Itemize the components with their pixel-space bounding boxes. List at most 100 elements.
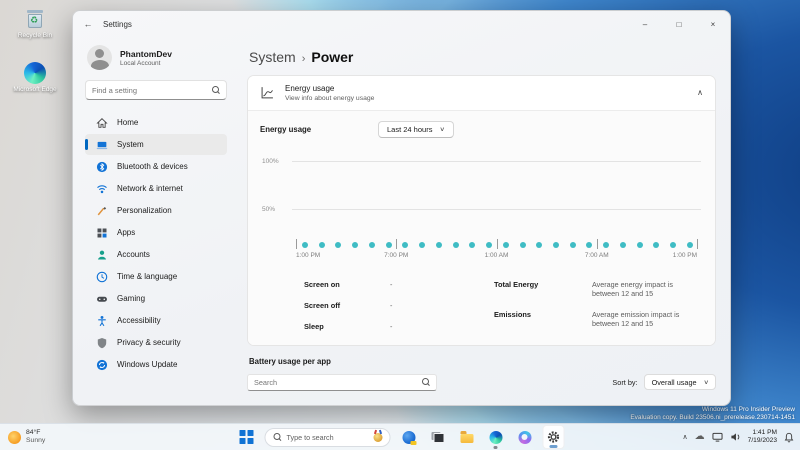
summary-value: - — [390, 300, 393, 310]
battery-app-search-box[interactable] — [247, 373, 437, 391]
avatar — [87, 45, 112, 70]
desktop-icon-area: ♻ Recycle Bin Microsoft Edge — [6, 8, 64, 93]
start-button[interactable] — [236, 425, 258, 449]
chart-dot — [603, 241, 610, 248]
bluetooth-icon — [95, 160, 108, 173]
summary-label: Screen on — [304, 279, 340, 289]
sidebar-item-accessibility[interactable]: Accessibility — [85, 310, 227, 331]
chart-dot — [486, 241, 493, 248]
chart-dot — [368, 241, 375, 248]
x-axis-tick — [296, 238, 297, 249]
weather-condition: Sunny — [26, 437, 46, 444]
summary-label: Total Energy — [494, 279, 539, 289]
taskbar-clock[interactable]: 1:41 PM 7/19/2023 — [748, 429, 777, 445]
summary-row-sleep: Sleep - — [304, 322, 494, 331]
time-range-value: Last 24 hours — [387, 124, 433, 134]
sidebar-item-home[interactable]: Home — [85, 112, 227, 133]
chart-dot — [670, 241, 677, 248]
desktop-icon-recycle-bin[interactable]: ♻ Recycle Bin — [6, 8, 64, 40]
sidebar-item-privacy-and-security[interactable]: Privacy & security — [85, 332, 227, 353]
chart-dot — [686, 241, 693, 248]
energy-usage-expander[interactable]: Energy usage View info about energy usag… — [248, 76, 715, 110]
copilot-icon — [518, 430, 531, 444]
file-explorer-button[interactable] — [456, 425, 478, 449]
battery-usage-section: Battery usage per app Sort by: Overall u… — [247, 357, 716, 391]
settings-taskbar-button[interactable] — [542, 425, 565, 449]
breadcrumb-system[interactable]: System — [249, 49, 296, 65]
sidebar-item-time-and-language[interactable]: Time & language — [85, 266, 227, 287]
sidebar-item-windows-update[interactable]: Windows Update — [85, 354, 227, 375]
find-a-setting-box[interactable] — [85, 80, 227, 100]
copilot-preview-button[interactable] — [398, 425, 420, 449]
onedrive-cloud-icon[interactable]: ☁ — [695, 432, 705, 442]
chart-dot — [385, 241, 392, 248]
network-icon[interactable] — [712, 432, 723, 442]
task-view-icon — [431, 431, 444, 443]
chevron-up-icon[interactable]: ∧ — [697, 88, 703, 97]
y-axis-label-100: 100% — [262, 157, 279, 165]
chart-dot — [502, 241, 509, 248]
energy-usage-body: Energy usage Last 24 hours ∨ 100% 50% 1:… — [248, 110, 715, 345]
hidden-icons-chevron-icon[interactable]: ∧ — [683, 433, 688, 441]
maximize-button[interactable]: □ — [662, 11, 696, 37]
apps-icon — [95, 226, 108, 239]
search-icon — [273, 433, 282, 442]
copilot-button[interactable] — [514, 425, 536, 449]
summary-value: Average emission impact is between 12 an… — [592, 309, 680, 328]
window-title: Settings — [103, 19, 132, 29]
summary-value: Average energy impact is between 12 and … — [592, 279, 673, 298]
sidebar-item-bluetooth-and-devices[interactable]: Bluetooth & devices — [85, 156, 227, 177]
sidebar-item-system[interactable]: System — [85, 134, 227, 155]
weather-temp: 84°F — [26, 429, 41, 436]
sidebar-item-network-and-internet[interactable]: Network & internet — [85, 178, 227, 199]
summary-row-screen-on: Screen on - — [304, 280, 494, 289]
sort-by-dropdown[interactable]: Overall usage ∨ — [643, 374, 716, 390]
chart-dot — [619, 241, 626, 248]
sidebar-item-apps[interactable]: Apps — [85, 222, 227, 243]
sun-icon — [8, 430, 21, 444]
taskbar-search-input[interactable] — [286, 432, 369, 442]
system-icon — [95, 138, 108, 151]
user-account[interactable]: PhantomDev Local Account — [85, 41, 227, 80]
watermark-line1: Windows 11 Pro Insider Preview — [701, 406, 795, 413]
minimize-button[interactable]: – — [628, 11, 662, 37]
task-view-button[interactable] — [427, 425, 449, 449]
edge-button[interactable] — [485, 425, 507, 449]
chart-dot — [519, 241, 526, 248]
energy-usage-chart: 100% 50% 1:00 PM 7:00 PM 1:00 AM 7:00 AM 1:0… — [262, 152, 701, 264]
running-indicator — [493, 446, 498, 449]
y-axis-label-50: 50% — [262, 205, 276, 213]
chart-dot — [452, 241, 459, 248]
sort-by-label: Sort by: — [612, 377, 638, 387]
find-a-setting-input[interactable] — [92, 85, 211, 95]
bing-daily-medal-icon — [373, 432, 383, 442]
sidebar-item-personalization[interactable]: Personalization — [85, 200, 227, 221]
breadcrumb-separator-icon: › — [301, 53, 306, 65]
sidebar-nav: Home System Bluetooth & devices Network … — [85, 112, 227, 375]
back-button[interactable]: ← — [73, 19, 103, 29]
summary-value: - — [390, 279, 393, 289]
desktop-icon-microsoft-edge[interactable]: Microsoft Edge — [6, 61, 64, 94]
battery-app-search-input[interactable] — [254, 377, 421, 387]
gaming-icon — [95, 292, 108, 305]
sidebar-item-accounts[interactable]: Accounts — [85, 244, 227, 265]
volume-icon[interactable] — [730, 432, 741, 442]
card-subtitle: View info about energy usage — [285, 94, 375, 102]
clock-time: 1:41 PM — [752, 429, 777, 436]
x-axis-tick — [697, 238, 698, 249]
recycle-bin-icon: ♻ — [25, 8, 45, 30]
weather-widget[interactable]: 84°F Sunny — [8, 429, 45, 445]
notification-button[interactable] — [784, 432, 794, 443]
close-button[interactable]: × — [696, 11, 730, 37]
chart-dot — [335, 241, 342, 248]
summary-label: Screen off — [304, 300, 341, 310]
taskbar: 84°F Sunny Type to search ∧ ☁ 1:41 PM 7/… — [0, 423, 800, 450]
summary-row-screen-off: Screen off - — [304, 301, 494, 310]
user-name: PhantomDev — [120, 48, 172, 59]
taskbar-search[interactable] — [264, 427, 391, 447]
edge-logo-icon — [24, 61, 46, 84]
time-range-dropdown[interactable]: Last 24 hours ∨ — [378, 120, 454, 138]
windows-logo-icon — [239, 430, 254, 444]
sidebar-item-gaming[interactable]: Gaming — [85, 288, 227, 309]
personalization-icon — [95, 204, 108, 217]
